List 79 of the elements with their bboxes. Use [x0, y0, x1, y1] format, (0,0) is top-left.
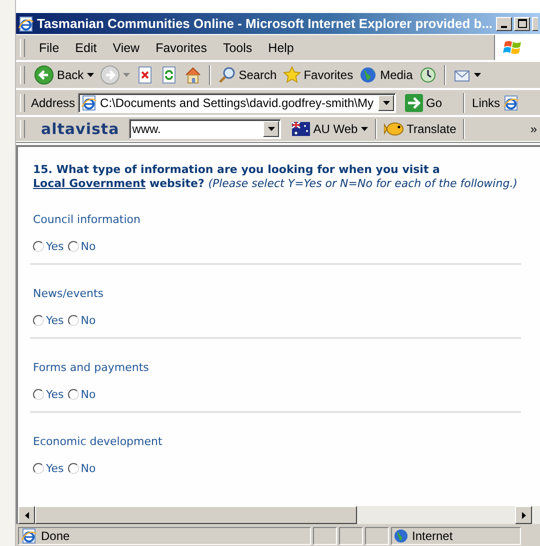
radio-option[interactable]: Yes: [33, 240, 64, 253]
radio-option[interactable]: No: [68, 462, 96, 475]
radio-button[interactable]: [68, 389, 79, 400]
refresh-icon: [160, 66, 178, 84]
radio-option[interactable]: Yes: [33, 388, 64, 401]
scroll-right-button[interactable]: [515, 506, 532, 524]
links-button[interactable]: Links: [469, 94, 504, 112]
menu-item[interactable]: Help: [260, 38, 302, 56]
item-label: Council information: [33, 213, 142, 226]
radio-option[interactable]: Yes: [33, 462, 64, 475]
search-icon: [218, 66, 236, 84]
radio-button[interactable]: [33, 389, 44, 400]
address-label: Address: [31, 96, 76, 110]
item-label: Forms and payments: [33, 361, 150, 374]
maximize-icon: [518, 19, 526, 28]
dropdown-arrow-icon: [382, 100, 390, 104]
globe-icon: [394, 529, 408, 543]
go-button[interactable]: Go: [402, 92, 446, 114]
region-button[interactable]: AU Web: [289, 120, 371, 138]
dropdown-caret-icon: [474, 73, 481, 77]
dropdown-caret-icon: [122, 73, 130, 77]
radio-button[interactable]: [68, 315, 79, 326]
back-button[interactable]: Back: [31, 63, 97, 87]
search-combo-box[interactable]: www.: [129, 119, 282, 139]
item-label: Economic development: [33, 435, 164, 448]
ie-page-icon: [503, 94, 520, 110]
menu-item[interactable]: View: [104, 38, 148, 56]
star-icon: [282, 66, 301, 84]
media-button[interactable]: Media: [356, 64, 416, 86]
dropdown-arrow-icon: [268, 127, 275, 131]
menu-item[interactable]: Favorites: [148, 38, 215, 56]
fish-icon: [384, 121, 404, 137]
stop-icon: [136, 66, 154, 84]
address-combo-box[interactable]: C:\Documents and Settings\david.godfrey-smith\My: [78, 92, 396, 112]
link[interactable]: Local Government: [33, 177, 146, 190]
more-button[interactable]: »: [527, 120, 540, 138]
menu-item[interactable]: Edit: [67, 38, 105, 56]
dropdown-caret-icon: [360, 127, 368, 131]
minimize-icon: [501, 26, 507, 28]
go-arrow-icon: [405, 94, 424, 112]
dropdown-caret-icon: [86, 73, 94, 77]
radio-button[interactable]: [33, 463, 44, 474]
question-text: 15. What type of information are you looking for when you visit a Local Government website? (Please select Y=Yes or N=No for each of the following.): [33, 163, 518, 191]
scroll-left-button[interactable]: [18, 506, 35, 524]
radio-option[interactable]: No: [68, 240, 96, 253]
radio-option[interactable]: No: [68, 314, 96, 327]
translate-button[interactable]: Translate: [380, 119, 460, 139]
radio-button[interactable]: [68, 241, 79, 252]
globe-icon: [359, 66, 378, 84]
address-field[interactable]: C:\Documents and Settings\david.godfrey-smith\My: [100, 96, 376, 110]
search-button[interactable]: Search: [214, 64, 280, 86]
ie-page-icon: [21, 528, 37, 544]
ie-page-icon: [81, 94, 98, 110]
status-pane: [313, 527, 337, 545]
item-label: News/events: [33, 287, 104, 300]
history-icon: [418, 66, 437, 84]
minimize-button[interactable]: [496, 16, 512, 30]
menu-item[interactable]: Tools: [214, 38, 260, 56]
status-pane: [365, 527, 389, 545]
altavista-logo: altavista: [41, 120, 120, 138]
radio-option[interactable]: No: [68, 388, 96, 401]
home-icon: [184, 66, 202, 84]
scrollbar-thumb[interactable]: [35, 506, 357, 524]
radio-option[interactable]: Yes: [33, 314, 64, 327]
window-title: Tasmanian Communities Online - Microsoft Internet Explorer provided b...: [37, 16, 493, 31]
radio-button[interactable]: [33, 315, 44, 326]
favorites-button[interactable]: Favorites: [280, 64, 356, 86]
security-zone-text: Internet: [412, 529, 453, 543]
status-pane: [339, 527, 363, 545]
maximize-button[interactable]: [514, 16, 530, 30]
radio-button[interactable]: [68, 463, 79, 474]
australian-flag-icon: [292, 122, 310, 136]
status-text: Done: [41, 529, 70, 543]
menu-item[interactable]: File: [31, 38, 68, 56]
left-arrow-icon: [24, 512, 28, 518]
search-field[interactable]: www.: [132, 122, 260, 136]
right-arrow-icon: [522, 512, 526, 518]
ie-page-icon: [18, 16, 34, 32]
radio-button[interactable]: [33, 241, 44, 252]
